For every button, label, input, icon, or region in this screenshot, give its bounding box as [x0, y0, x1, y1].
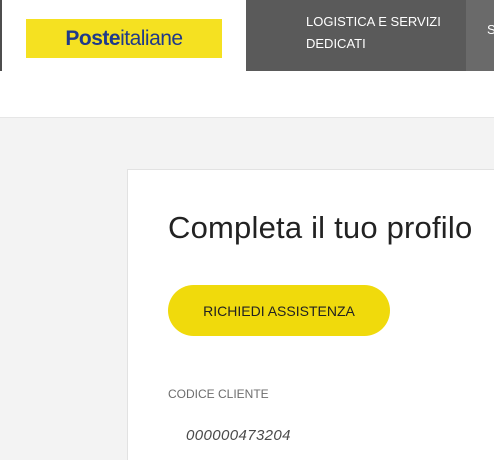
nav-item-next-label: S — [487, 22, 494, 37]
header-spacer — [0, 71, 494, 117]
logo-area[interactable]: Posteitaliane — [2, 0, 246, 71]
customer-code-value: 000000473204 — [186, 427, 291, 444]
profile-card: Completa il tuo profilo RICHIEDI ASSISTE… — [127, 169, 494, 460]
nav-item-next[interactable]: S — [466, 0, 494, 71]
nav-item-logistica-label: LOGISTICA E SERVIZI DEDICATI — [306, 14, 441, 51]
logo-text-bold: Poste — [65, 26, 121, 50]
customer-code-label: CODICE CLIENTE — [168, 387, 269, 401]
top-navigation-bar: Posteitaliane LOGISTICA E SERVIZI DEDICA… — [0, 0, 494, 71]
page-title: Completa il tuo profilo — [168, 210, 473, 245]
posteitaliane-logo[interactable]: Posteitaliane — [26, 19, 222, 58]
nav-item-logistica[interactable]: LOGISTICA E SERVIZI DEDICATI — [246, 0, 466, 71]
logo-text-regular: italiane — [120, 26, 183, 50]
request-assistance-button[interactable]: RICHIEDI ASSISTENZA — [168, 285, 390, 336]
logo-wordmark: Posteitaliane — [65, 26, 183, 51]
